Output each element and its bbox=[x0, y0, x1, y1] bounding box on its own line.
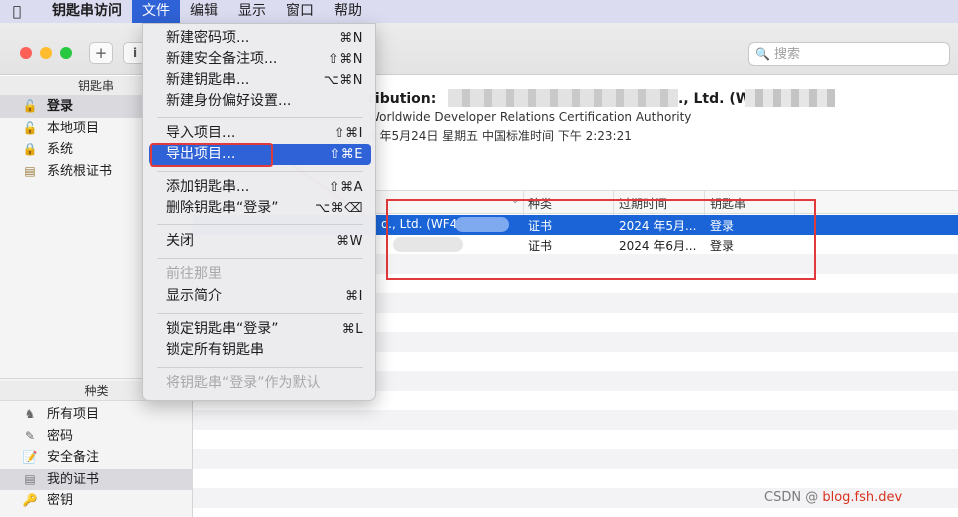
menu-item-label: 前往那里 bbox=[166, 266, 222, 282]
certificate-issuer: Worldwide Developer Relations Certificat… bbox=[368, 110, 692, 124]
menu-window[interactable]: 窗口 bbox=[276, 0, 324, 23]
key-icon: 🔑 bbox=[22, 493, 38, 507]
menu-item-label: 新建钥匙串... bbox=[166, 72, 250, 88]
menu-item-add-keychain[interactable]: 添加钥匙串... ⇧⌘A bbox=[149, 177, 371, 198]
menu-separator bbox=[157, 224, 363, 225]
menu-item-shortcut: ⇧⌘I bbox=[333, 126, 363, 141]
menu-item-label: 添加钥匙串... bbox=[166, 179, 250, 195]
sidebar-item-label: 系统根证书 bbox=[47, 163, 113, 179]
menu-item-shortcut: ⌥⌘N bbox=[323, 73, 363, 88]
lock-open-icon: 🔓 bbox=[22, 99, 38, 113]
pencil-icon: ✎ bbox=[24, 428, 36, 443]
sidebar-item-secure-notes[interactable]: 📝 安全备注 bbox=[0, 447, 193, 469]
certificate-icon: ▤ bbox=[24, 471, 36, 486]
menu-item-label: 新建身份偏好设置... bbox=[166, 93, 292, 109]
menu-help[interactable]: 帮助 bbox=[324, 0, 372, 23]
sidebar-item-label: 所有项目 bbox=[47, 407, 100, 422]
menu-item-label: 新建密码项... bbox=[166, 30, 250, 46]
empty-row bbox=[193, 469, 958, 489]
empty-row bbox=[193, 410, 958, 430]
empty-row bbox=[193, 430, 958, 450]
certificate-expiry: 4 年5月24日 星期五 中国标准时间 下午 2:23:21 bbox=[368, 129, 632, 143]
search-icon: 🔍 bbox=[755, 47, 770, 61]
lock-open-icon: 🔓 bbox=[22, 120, 38, 135]
menu-item-make-default: 将钥匙串“登录”作为默认 bbox=[149, 373, 371, 394]
annotation-highlight-box bbox=[386, 199, 816, 280]
sidebar-item-label: 密钥 bbox=[47, 493, 74, 508]
sidebar-item-label: 安全备注 bbox=[47, 450, 100, 465]
menu-item-lock-all-keychains[interactable]: 锁定所有钥匙串 bbox=[149, 340, 371, 361]
sidebar-item-passwords[interactable]: ✎ 密码 bbox=[0, 426, 193, 448]
close-window-button[interactable] bbox=[20, 47, 32, 59]
menu-item-new-keychain[interactable]: 新建钥匙串... ⌥⌘N bbox=[149, 70, 371, 91]
menu-item-label: 锁定所有钥匙串 bbox=[166, 342, 264, 358]
watermark-red-text: blog.fsh.dev bbox=[822, 490, 903, 505]
menu-item-shortcut: ⇧⌘A bbox=[328, 180, 363, 195]
menu-separator bbox=[157, 367, 363, 368]
search-field[interactable]: 🔍 bbox=[748, 42, 950, 66]
certificate-title-suffix: ., Ltd. (W bbox=[678, 91, 752, 107]
menu-item-label: 将钥匙串“登录”作为默认 bbox=[166, 375, 321, 391]
certificate-title-prefix: ribution: bbox=[368, 91, 437, 107]
kind-list: ♞ 所有项目 ✎ 密码 📝 安全备注 ▤ 我的证书 🔑 密钥 bbox=[0, 404, 193, 512]
menu-item-shortcut: ⇧⌘E bbox=[329, 147, 363, 162]
sidebar-item-keys[interactable]: 🔑 密钥 bbox=[0, 490, 193, 512]
watermark-text: CSDN @ bbox=[764, 490, 819, 505]
menu-item-label: 锁定钥匙串“登录” bbox=[166, 321, 279, 337]
file-menu: 新建密码项... ⌘N 新建安全备注项... ⇧⌘N 新建钥匙串... ⌥⌘N … bbox=[142, 23, 376, 401]
zoom-window-button[interactable] bbox=[60, 47, 72, 59]
menu-item-shortcut: ⌘W bbox=[336, 234, 363, 249]
menu-item-shortcut: ⌘N bbox=[339, 31, 363, 46]
menu-item-shortcut: ⌘L bbox=[341, 322, 363, 337]
empty-row bbox=[193, 449, 958, 469]
sidebar-item-label: 密码 bbox=[47, 428, 74, 444]
menu-view[interactable]: 显示 bbox=[228, 0, 276, 23]
menu-item-go-there: 前往那里 bbox=[149, 264, 371, 285]
minimize-window-button[interactable] bbox=[40, 47, 52, 59]
screen:  钥匙串访问 文件 编辑 显示 窗口 帮助 + i 🔍 钥匙串 🔓 登录 bbox=[0, 0, 958, 517]
menu-bar:  钥匙串访问 文件 编辑 显示 窗口 帮助 bbox=[0, 0, 958, 23]
search-input[interactable] bbox=[773, 46, 944, 62]
menu-item-label: 导入项目... bbox=[166, 125, 236, 141]
menu-item-shortcut: ⌘I bbox=[345, 289, 363, 304]
sidebar-item-my-certificates[interactable]: ▤ 我的证书 bbox=[0, 468, 193, 490]
menu-item-new-identity-preference[interactable]: 新建身份偏好设置... bbox=[149, 91, 371, 112]
redacted-mask bbox=[448, 89, 678, 107]
certificate-title: ribution: bbox=[368, 91, 436, 107]
watermark: CSDN @ blog.fsh.dev bbox=[764, 490, 902, 505]
menu-separator bbox=[157, 171, 363, 172]
menu-item-get-info[interactable]: 显示简介 ⌘I bbox=[149, 286, 371, 307]
menu-item-label: 显示简介 bbox=[166, 288, 222, 304]
add-item-button[interactable]: + bbox=[89, 42, 113, 64]
menu-separator bbox=[157, 313, 363, 314]
apple-icon[interactable]:  bbox=[0, 4, 34, 20]
menu-separator bbox=[157, 258, 363, 259]
menu-item-label: 关闭 bbox=[166, 233, 194, 249]
all-items-icon: ♞ bbox=[24, 407, 36, 421]
menu-separator bbox=[157, 117, 363, 118]
menu-app-name[interactable]: 钥匙串访问 bbox=[34, 0, 132, 23]
menu-item-shortcut: ⌥⌘⌫ bbox=[315, 201, 363, 216]
menu-item-label: 删除钥匙串“登录” bbox=[166, 200, 279, 216]
menu-item-import-items[interactable]: 导入项目... ⇧⌘I bbox=[149, 123, 371, 144]
menu-item-close[interactable]: 关闭 ⌘W bbox=[149, 231, 371, 252]
menu-item-label: 新建安全备注项... bbox=[166, 51, 278, 67]
annotation-export-box bbox=[150, 143, 273, 167]
menu-edit[interactable]: 编辑 bbox=[180, 0, 228, 23]
redacted-mask bbox=[745, 89, 835, 107]
sidebar-item-all-items[interactable]: ♞ 所有项目 bbox=[0, 404, 193, 426]
menu-item-shortcut: ⇧⌘N bbox=[327, 52, 363, 67]
sidebar-item-label: 系统 bbox=[47, 142, 74, 157]
sidebar-item-label: 我的证书 bbox=[47, 471, 100, 487]
menu-file[interactable]: 文件 bbox=[132, 0, 180, 23]
lock-icon: 🔒 bbox=[22, 142, 38, 156]
sidebar-item-label: 本地项目 bbox=[47, 120, 100, 136]
menu-item-lock-keychain[interactable]: 锁定钥匙串“登录” ⌘L bbox=[149, 319, 371, 340]
certificate-cabinet-icon: ▤ bbox=[24, 163, 36, 178]
menu-item-new-secure-note[interactable]: 新建安全备注项... ⇧⌘N bbox=[149, 49, 371, 70]
menu-item-new-password[interactable]: 新建密码项... ⌘N bbox=[149, 28, 371, 49]
sidebar-item-label: 登录 bbox=[47, 99, 74, 114]
menu-item-delete-keychain[interactable]: 删除钥匙串“登录” ⌥⌘⌫ bbox=[149, 198, 371, 219]
note-icon: 📝 bbox=[22, 450, 38, 464]
